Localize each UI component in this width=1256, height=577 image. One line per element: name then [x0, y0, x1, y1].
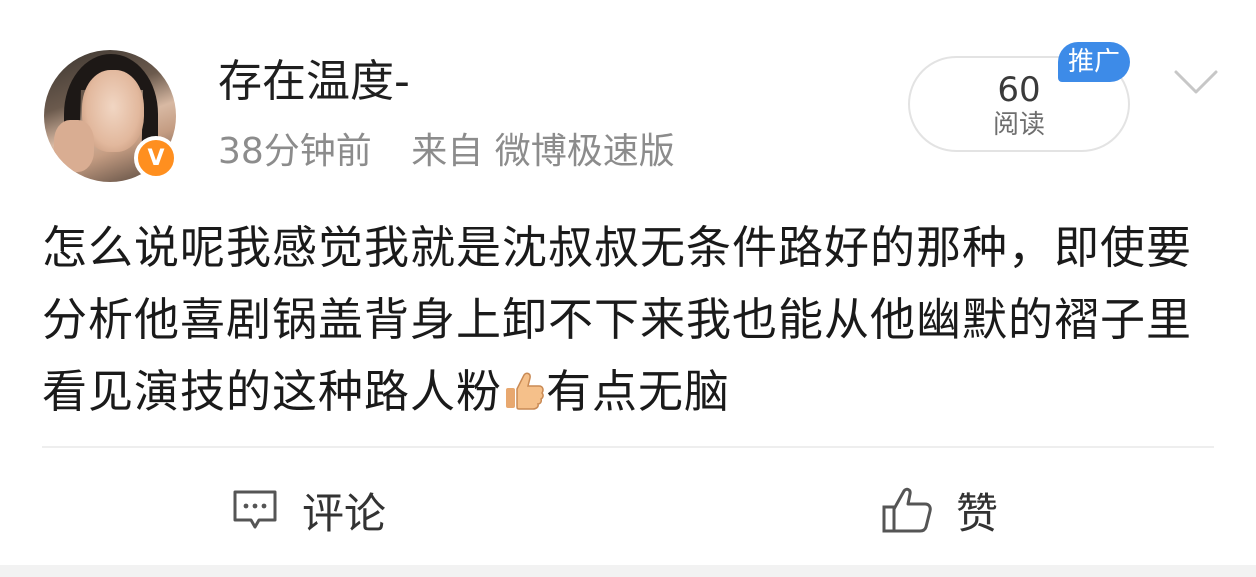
card-separator [0, 565, 1256, 577]
post-text-tail: 有点无脑 [546, 365, 731, 418]
comment-button[interactable]: 评论 [230, 478, 386, 542]
avatar-hand [54, 120, 94, 172]
post-source[interactable]: 来自 微博极速版 [411, 131, 674, 172]
post-text: 怎么说呢我感觉我就是沈叔叔无条件路好的那种，即使要分析他喜剧锅盖背身上卸不下来我… [42, 212, 1222, 428]
post-time: 38分钟前 [218, 131, 372, 172]
verified-badge-icon: V [134, 136, 178, 180]
divider [42, 446, 1214, 448]
author-name[interactable]: 存在温度- [218, 54, 410, 110]
promo-badge[interactable]: 推广 [1058, 42, 1130, 82]
read-label: 阅读 [992, 110, 1045, 140]
weibo-post-card: V 存在温度- 38分钟前 来自 微博极速版 60 阅读 推广 怎么说呢我感觉我… [0, 0, 1256, 577]
post-meta: 38分钟前 来自 微博极速版 [218, 128, 675, 176]
comment-label: 评论 [302, 488, 387, 538]
comment-icon [233, 490, 277, 529]
thumbs-up-outline-icon [882, 487, 932, 533]
like-label: 赞 [956, 488, 999, 538]
chevron-down-icon[interactable] [1170, 62, 1222, 102]
like-button[interactable]: 赞 [880, 478, 998, 542]
thumbs-up-icon [506, 372, 544, 410]
